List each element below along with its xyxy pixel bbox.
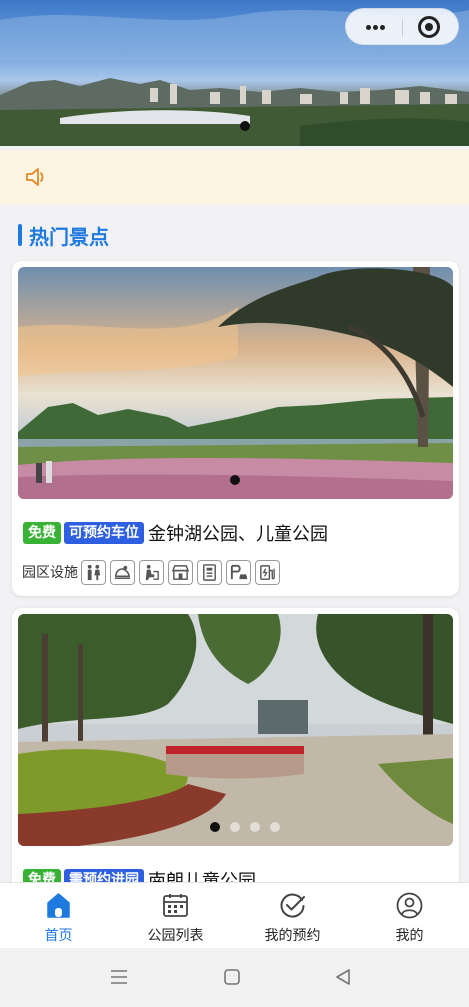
parking-icon — [226, 559, 251, 585]
shop-icon — [168, 559, 193, 585]
facility-label: 园区设施 — [22, 565, 78, 581]
back-icon[interactable] — [332, 966, 354, 988]
mini-program-capsule — [345, 8, 459, 45]
more-icon[interactable] — [346, 9, 402, 46]
section-header: 热门景点 — [18, 222, 109, 249]
tab-my-booking-label: 我的预约 — [264, 928, 321, 944]
speaker-icon — [26, 168, 44, 186]
park-title-row: 免费 可预约车位 金钟湖公园、儿童公园 — [23, 521, 328, 545]
home-icon — [47, 893, 70, 918]
home-button-icon[interactable] — [221, 966, 243, 988]
parking-booking-tag: 可预约车位 — [64, 522, 144, 544]
tab-my-booking[interactable]: 我的预约 — [234, 883, 351, 949]
capsule-divider — [402, 19, 403, 37]
park-photo-carousel[interactable] — [18, 614, 453, 846]
tab-profile[interactable]: 我的 — [351, 883, 468, 949]
carousel-indicator-dot[interactable] — [250, 822, 260, 832]
nursery-icon — [139, 559, 164, 585]
tab-park-list[interactable]: 公园列表 — [117, 883, 234, 949]
profile-icon — [396, 892, 423, 919]
lake-park-photo — [18, 267, 453, 499]
playground-icon — [110, 559, 135, 585]
carousel-indicator-dot[interactable] — [210, 822, 220, 832]
section-title: 热门景点 — [29, 224, 109, 249]
tab-home[interactable]: 首页 — [0, 883, 117, 949]
info-board-icon — [197, 559, 222, 585]
my-booking-icon — [280, 893, 305, 918]
charging-icon — [255, 559, 280, 585]
park-card[interactable]: 免费 可预约车位 金钟湖公园、儿童公园 园区设施 — [12, 261, 459, 596]
notice-bar[interactable] — [0, 150, 469, 204]
childrens-park-photo — [18, 614, 453, 846]
toilet-icon — [81, 559, 106, 585]
carousel-indicator-dot[interactable] — [270, 822, 280, 832]
park-photo-carousel[interactable] — [18, 267, 453, 499]
tab-home-label: 首页 — [44, 928, 73, 944]
mini-program-close-icon[interactable] — [418, 16, 440, 38]
park-list-icon — [163, 894, 188, 917]
tab-park-list-label: 公园列表 — [147, 928, 204, 944]
carousel-indicator-dot[interactable] — [230, 822, 240, 832]
free-tag: 免费 — [23, 522, 61, 544]
carousel-indicator-dot[interactable] — [230, 475, 240, 485]
system-navigation-bar — [0, 948, 469, 1007]
bottom-tab-bar: 首页 公园列表 我的预约 我的 — [0, 882, 469, 948]
app-page: 热门景点 免费 可预约车位 金钟湖公园、儿童公园 园区设施 免费 需预约进园 首… — [0, 0, 469, 1007]
carousel-indicator-dot[interactable] — [240, 121, 250, 131]
park-card[interactable]: 免费 需预约进园 南朗儿童公园 — [12, 608, 459, 898]
menu-icon[interactable] — [108, 966, 130, 988]
tab-profile-label: 我的 — [395, 928, 424, 944]
facility-row: 园区设施 — [22, 559, 284, 585]
park-name[interactable]: 金钟湖公园、儿童公园 — [148, 520, 328, 546]
section-accent-bar — [18, 224, 22, 246]
